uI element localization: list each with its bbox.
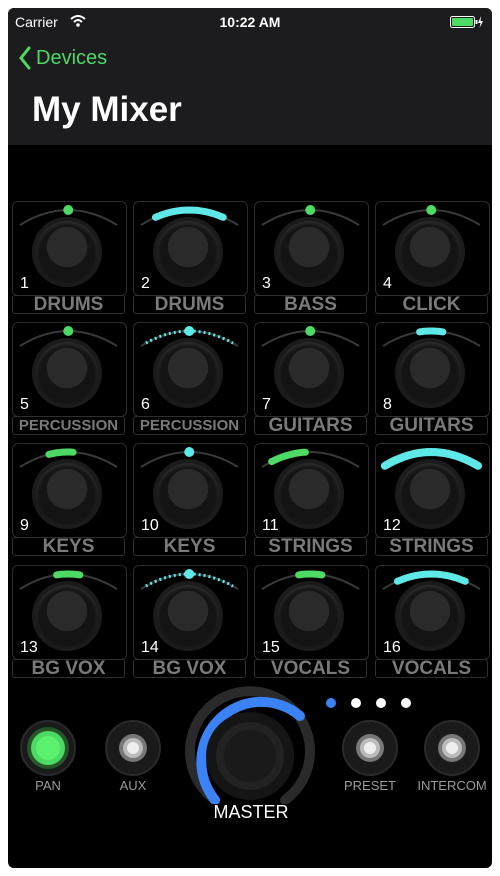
channel-number: 9 (20, 517, 29, 534)
channel-8[interactable]: 8 GUITARS (375, 322, 490, 435)
channel-knob[interactable] (157, 463, 219, 525)
channel-label[interactable]: BASS (254, 295, 367, 314)
channel-16[interactable]: 16 VOCALS (375, 565, 490, 678)
channel-label[interactable]: GUITARS (254, 416, 367, 435)
page-dot-1[interactable] (326, 698, 336, 708)
preset-label: PRESET (343, 778, 396, 793)
aux-button[interactable] (101, 716, 165, 780)
master-label: MASTER (213, 802, 289, 822)
channel-number: 10 (141, 517, 159, 534)
channel-7[interactable]: 7 GUITARS (254, 322, 369, 435)
channel-knob[interactable] (36, 221, 98, 283)
channel-label[interactable]: PERCUSSION (12, 416, 125, 435)
channel-6[interactable]: 6 PERCUSSION (133, 322, 248, 435)
intercom-label: INTERCOM (417, 778, 487, 793)
channel-number: 5 (20, 396, 29, 413)
chevron-left-icon (19, 46, 31, 70)
channel-number: 7 (262, 396, 271, 413)
channel-14[interactable]: 14 BG VOX (133, 565, 248, 678)
channel-knob[interactable] (399, 463, 461, 525)
channel-number: 2 (141, 275, 150, 292)
channel-knob[interactable] (278, 463, 340, 525)
channel-3[interactable]: 3 BASS (254, 201, 369, 314)
pan-button[interactable] (16, 716, 80, 780)
channel-label[interactable]: DRUMS (12, 295, 125, 314)
channel-number: 14 (141, 639, 159, 656)
channel-number: 4 (383, 275, 392, 292)
channel-number: 6 (141, 396, 150, 413)
status-time: 10:22 AM (219, 14, 281, 30)
back-button[interactable]: Devices (18, 44, 107, 72)
channel-number: 1 (20, 275, 29, 292)
channel-knob[interactable] (157, 221, 219, 283)
page-dot-2[interactable] (351, 698, 361, 708)
back-button-label: Devices (36, 46, 108, 69)
channel-knob[interactable] (278, 585, 340, 647)
channel-label[interactable]: BG VOX (12, 659, 125, 678)
channel-10[interactable]: 10 KEYS (133, 443, 248, 556)
channel-knob[interactable] (399, 342, 461, 404)
channel-12[interactable]: 12 STRINGS (375, 443, 490, 556)
channel-4[interactable]: 4 CLICK (375, 201, 490, 314)
channel-knob[interactable] (399, 585, 461, 647)
channel-label[interactable]: KEYS (133, 537, 246, 556)
channel-label[interactable]: KEYS (12, 537, 125, 556)
master-knob[interactable] (180, 684, 320, 804)
channel-label[interactable]: BG VOX (133, 659, 246, 678)
battery-icon (450, 16, 483, 28)
channel-knob[interactable] (157, 342, 219, 404)
channel-label[interactable]: DRUMS (133, 295, 246, 314)
channel-label[interactable]: GUITARS (375, 416, 488, 435)
channel-knob[interactable] (399, 221, 461, 283)
channel-number: 15 (262, 639, 280, 656)
aux-label: AUX (119, 778, 147, 793)
channel-knob[interactable] (36, 463, 98, 525)
channel-number: 11 (262, 517, 279, 534)
channel-knob[interactable] (278, 342, 340, 404)
channel-label[interactable]: VOCALS (375, 659, 488, 678)
channel-label[interactable]: STRINGS (254, 537, 367, 556)
page-title: My Mixer (32, 90, 182, 129)
channel-knob[interactable] (157, 585, 219, 647)
navigation-bar: Carrier 10:22 AM Devices My Mixer (8, 8, 492, 145)
channel-number: 13 (20, 639, 38, 656)
preset-button[interactable] (338, 716, 402, 780)
channel-1[interactable]: 1 DRUMS (12, 201, 127, 314)
channel-13[interactable]: 13 BG VOX (12, 565, 127, 678)
channel-label[interactable]: PERCUSSION (133, 416, 246, 435)
channel-label[interactable]: CLICK (375, 295, 488, 314)
channel-2[interactable]: 2 DRUMS (133, 201, 248, 314)
channel-11[interactable]: 11 STRINGS (254, 443, 369, 556)
page-dot-3[interactable] (376, 698, 386, 708)
channel-knob[interactable] (36, 342, 98, 404)
channel-15[interactable]: 15 VOCALS (254, 565, 369, 678)
page-dot-4[interactable] (401, 698, 411, 708)
channel-label[interactable]: STRINGS (375, 537, 488, 556)
channel-knob[interactable] (36, 585, 98, 647)
channel-knob[interactable] (278, 221, 340, 283)
channel-label[interactable]: VOCALS (254, 659, 367, 678)
channel-5[interactable]: 5 PERCUSSION (12, 322, 127, 435)
intercom-button[interactable] (420, 716, 484, 780)
channel-number: 16 (383, 639, 401, 656)
channel-number: 3 (262, 275, 271, 292)
app-screen: Carrier 10:22 AM Devices My Mixer 1 DRUMS… (8, 8, 492, 868)
channel-9[interactable]: 9 KEYS (12, 443, 127, 556)
channel-number: 8 (383, 396, 392, 413)
channel-number: 12 (383, 517, 401, 534)
pan-label: PAN (35, 778, 61, 793)
